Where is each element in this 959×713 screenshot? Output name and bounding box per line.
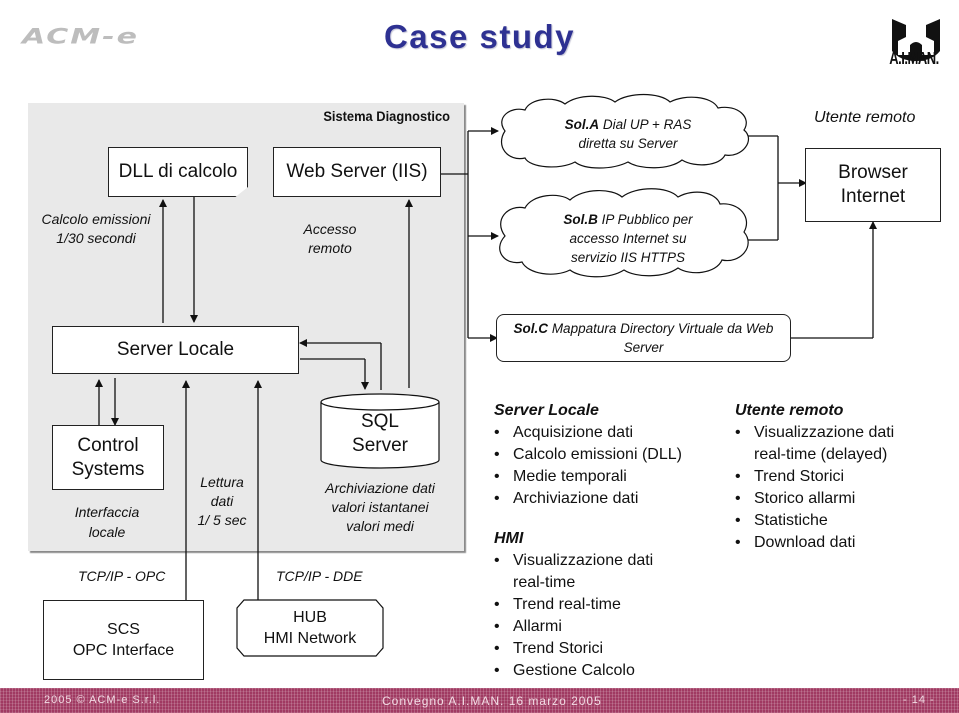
sql-server-label: SQL Server xyxy=(321,410,439,458)
server-locale-list: Server Locale Acquisizione dati Calcolo … xyxy=(494,400,724,510)
footer-event: Convegno A.I.MAN. 16 marzo 2005 xyxy=(382,694,602,708)
remote-user-heading: Utente remoto xyxy=(735,402,844,419)
sol-a-bold: Sol.A xyxy=(564,117,600,132)
browser-line2: Internet xyxy=(840,186,906,207)
browser-internet-box: Browser Internet xyxy=(805,148,941,222)
footer-copyright: 2005 © ACM-e S.r.l. xyxy=(44,694,161,706)
sol-b-bold: Sol.B xyxy=(563,212,598,227)
scs-line2: OPC Interface xyxy=(72,642,175,659)
server-locale-heading: Server Locale xyxy=(494,402,599,419)
calc-note-line1: Calcolo emissioni xyxy=(41,211,151,227)
read-note: Lettura dati 1/ 5 sec xyxy=(186,473,258,530)
remote-note-line1: Accesso xyxy=(303,221,357,237)
remote-note-line2: remoto xyxy=(308,240,352,256)
list-item: Calcolo emissioni (DLL) xyxy=(494,444,724,466)
footer-bar: 2005 © ACM-e S.r.l. Convegno A.I.MAN. 16… xyxy=(0,688,959,713)
list-item: Allarmi xyxy=(494,616,674,638)
remote-user-list: Utente remoto Visualizzazione dati real-… xyxy=(735,400,895,554)
list-item: Download dati xyxy=(735,532,895,554)
hmi-heading: HMI xyxy=(494,530,524,547)
read-note-line3: 1/ 5 sec xyxy=(197,512,247,528)
server-locale-box: Server Locale xyxy=(52,326,299,374)
read-note-line2: dati xyxy=(210,493,234,509)
list-item: Gestione Calcolo xyxy=(494,660,674,682)
hub-line1: HUB xyxy=(293,609,327,626)
remote-user-label: Utente remoto xyxy=(814,109,916,126)
sql-line2: Server xyxy=(352,435,408,456)
sol-a-line2: diretta su Server xyxy=(578,136,678,151)
interface-note: Interfaccia locale xyxy=(52,502,162,542)
control-systems-box: Control Systems xyxy=(52,425,164,490)
scs-box: SCS OPC Interface xyxy=(43,600,204,680)
web-server-box: Web Server (IIS) xyxy=(273,147,441,197)
calc-note: Calcolo emissioni 1/30 secondi xyxy=(36,210,156,248)
footer-page-number: - 14 - xyxy=(903,694,935,706)
sol-c-line2: Server xyxy=(623,340,664,355)
archive-note-line2: valori istantanei xyxy=(331,499,429,515)
sol-b-text: Sol.B IP Pubblico per accesso Internet s… xyxy=(528,210,728,267)
control-systems-line2: Systems xyxy=(71,458,145,480)
sol-a-text: Sol.A Dial UP + RAS diretta su Server xyxy=(528,115,728,153)
hub-line2: HMI Network xyxy=(263,630,357,647)
list-item: Trend Storici xyxy=(494,638,674,660)
remote-access-note: Accesso remoto xyxy=(290,220,370,258)
list-item: Acquisizione dati xyxy=(494,422,724,444)
list-item: Medie temporali xyxy=(494,466,724,488)
sol-b-rest: IP Pubblico per xyxy=(597,212,693,227)
interface-note-line2: locale xyxy=(88,524,126,540)
sol-b-line3: servizio IIS HTTPS xyxy=(570,250,686,265)
archive-note: Archiviazione dati valori istantanei val… xyxy=(300,479,460,536)
list-item: Archiviazione dati xyxy=(494,488,724,510)
server-locale-label: Server Locale xyxy=(116,339,235,360)
sql-line1: SQL xyxy=(360,411,400,432)
list-item: Visualizzazione dati real-time xyxy=(494,550,674,594)
web-server-label: Web Server (IIS) xyxy=(286,161,428,182)
tcp-dde-label: TCP/IP - DDE xyxy=(276,568,363,584)
dll-box-label: DLL di calcolo xyxy=(118,161,238,182)
calc-note-line2: 1/30 secondi xyxy=(56,230,136,246)
hub-box-label: HUB HMI Network xyxy=(237,607,383,649)
list-item: Trend real-time xyxy=(494,594,674,616)
tcp-opc-label: TCP/IP - OPC xyxy=(78,568,166,584)
sol-b-line2: accesso Internet su xyxy=(569,231,687,246)
list-item: Statistiche xyxy=(735,510,895,532)
archive-note-line1: Archiviazione dati xyxy=(325,480,435,496)
list-item: Visualizzazione dati real-time (delayed) xyxy=(735,422,895,466)
archive-note-line3: valori medi xyxy=(346,518,414,534)
list-item: Storico allarmi xyxy=(735,488,895,510)
list-item: Trend Storici xyxy=(735,466,895,488)
read-note-line1: Lettura xyxy=(200,474,244,490)
sol-a-rest: Dial UP + RAS xyxy=(599,117,692,132)
browser-line1: Browser xyxy=(838,162,908,183)
scs-line1: SCS xyxy=(107,621,140,638)
hmi-list: HMI Visualizzazione dati real-time Trend… xyxy=(494,528,674,682)
sol-c-rest: Mappatura Directory Virtuale da Web xyxy=(548,321,774,336)
sol-c-bold: Sol.C xyxy=(513,321,549,336)
interface-note-line1: Interfaccia xyxy=(74,504,140,520)
control-systems-line1: Control xyxy=(77,434,139,456)
dll-box: DLL di calcolo xyxy=(108,147,248,197)
sol-c-box: Sol.C Mappatura Directory Virtuale da We… xyxy=(496,314,791,362)
